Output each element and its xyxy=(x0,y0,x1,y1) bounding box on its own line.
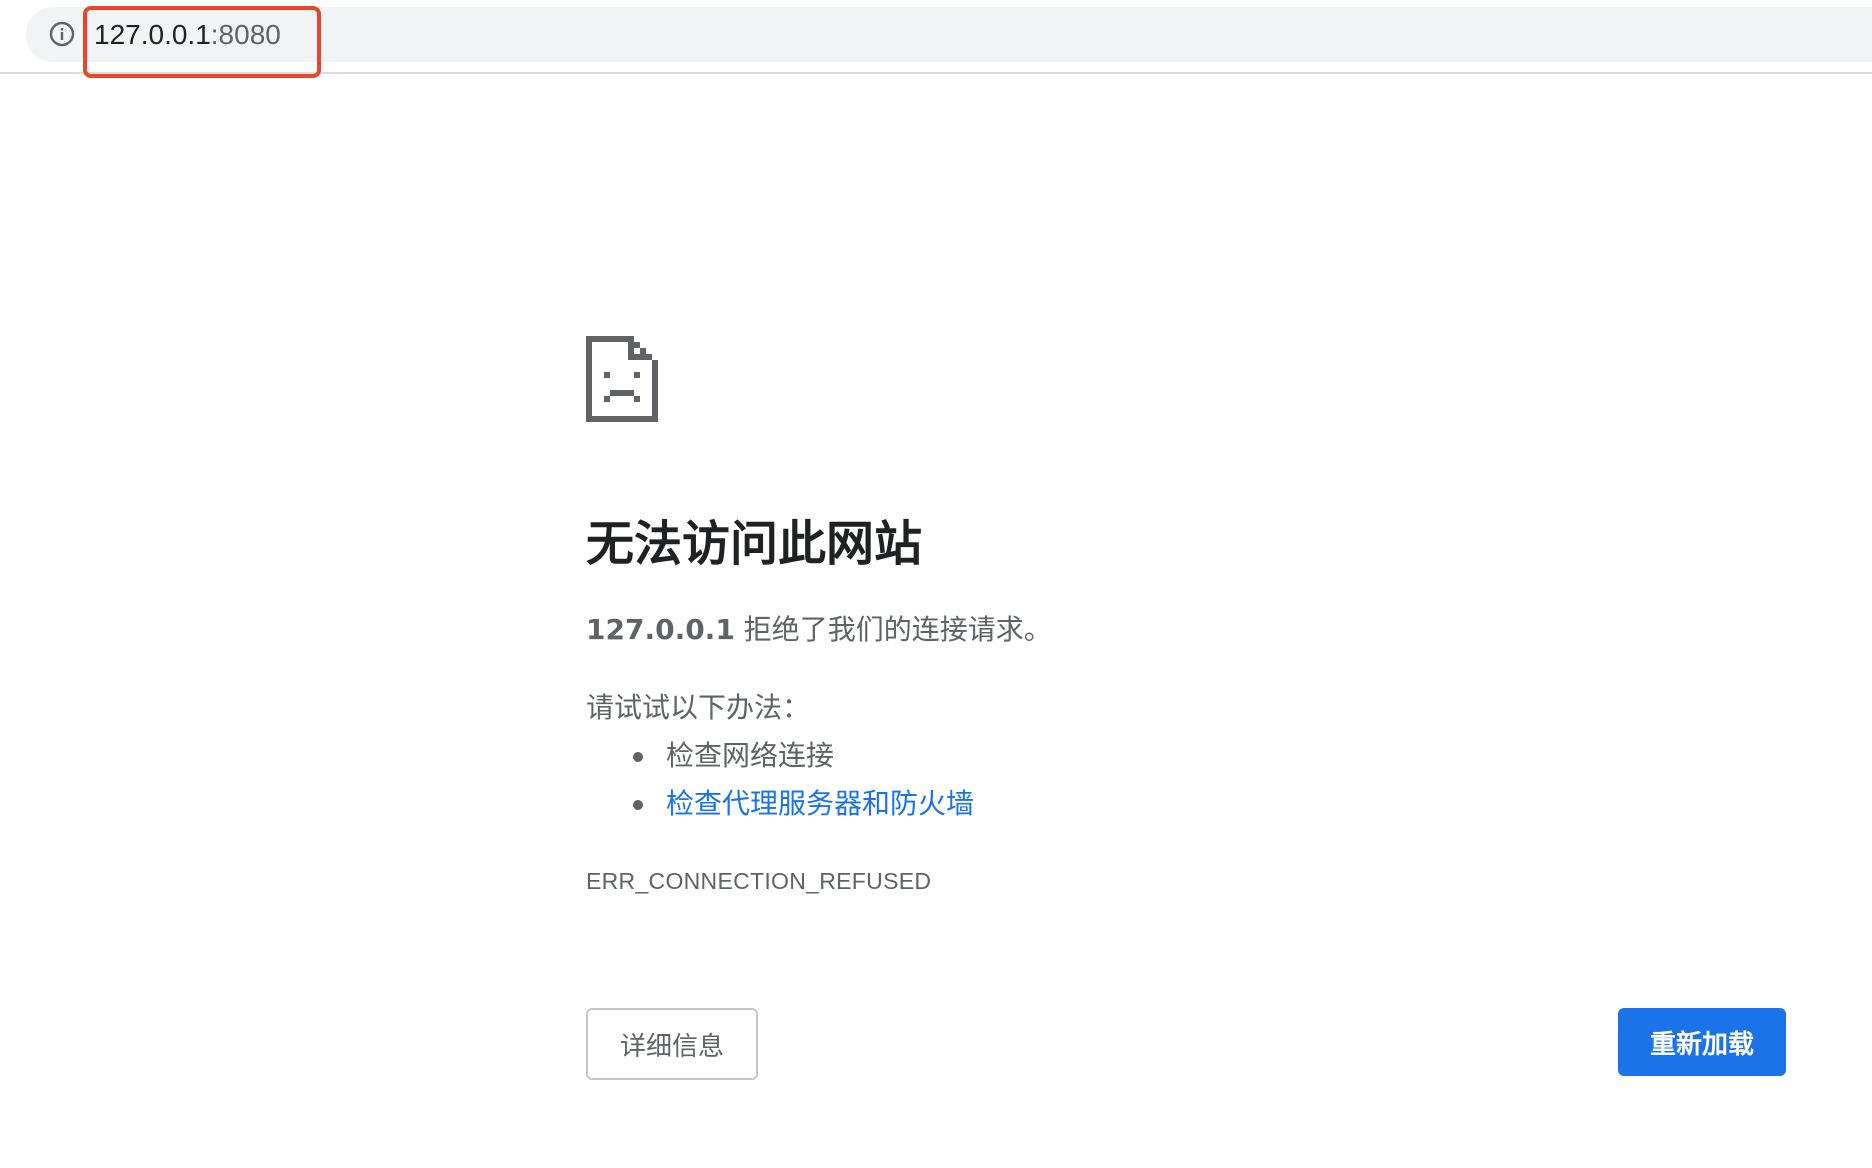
reload-button[interactable]: 重新加载 xyxy=(1618,1008,1786,1076)
sad-page-icon xyxy=(586,336,658,422)
url-text[interactable]: 127.0.0.1:8080 xyxy=(94,18,281,52)
url-host: 127.0.0.1 xyxy=(94,19,211,50)
url-port: :8080 xyxy=(210,19,281,50)
browser-toolbar: 127.0.0.1:8080 xyxy=(0,0,1872,78)
error-message: 127.0.0.1 拒绝了我们的连接请求。 xyxy=(586,610,1052,650)
details-button[interactable]: 详细信息 xyxy=(586,1008,758,1080)
error-message-host: 127.0.0.1 xyxy=(586,613,735,646)
error-heading: 无法访问此网站 xyxy=(586,516,923,572)
suggestion-check-network: 检查网络连接 xyxy=(666,739,835,772)
info-icon[interactable] xyxy=(49,21,75,47)
suggestion-check-proxy-link[interactable]: 检查代理服务器和防火墙 xyxy=(666,787,974,820)
error-message-text: 拒绝了我们的连接请求。 xyxy=(734,613,1052,646)
suggestions-list: 检查网络连接 检查代理服务器和防火墙 xyxy=(586,736,974,832)
suggestions-title: 请试试以下办法： xyxy=(586,691,811,724)
address-bar[interactable]: 127.0.0.1:8080 xyxy=(26,7,1872,62)
suggestion-item: 检查网络连接 xyxy=(586,736,974,784)
error-code: ERR_CONNECTION_REFUSED xyxy=(586,868,932,894)
suggestion-item[interactable]: 检查代理服务器和防火墙 xyxy=(586,784,974,832)
